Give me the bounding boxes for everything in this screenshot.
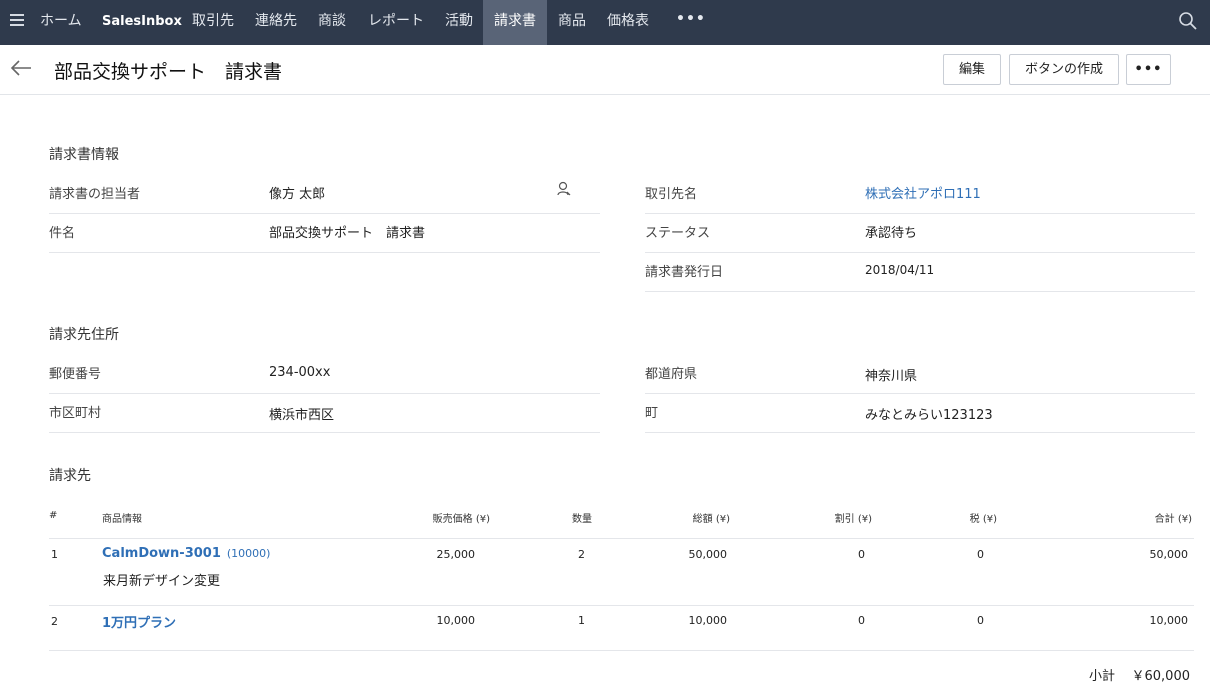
account-link[interactable]: 株式会社アポロ111 bbox=[865, 183, 981, 202]
field-city: 市区町村 横浜市西区 bbox=[49, 394, 600, 433]
field-status: ステータス 承認待ち bbox=[645, 214, 1195, 253]
menu-icon[interactable] bbox=[10, 14, 24, 28]
nav-item-deals[interactable]: 商談 bbox=[318, 0, 346, 45]
nav-item-reports[interactable]: レポート bbox=[368, 0, 424, 45]
cell-price: 10,000 bbox=[436, 614, 476, 627]
field-owner: 請求書の担当者 像方 太郎 bbox=[49, 175, 600, 214]
cell-amount: 50,000 bbox=[688, 548, 728, 561]
nav-item-invoices[interactable]: 請求書 bbox=[483, 0, 547, 45]
section-title-billing-address: 請求先住所 bbox=[49, 327, 119, 343]
column-header-num: # bbox=[49, 510, 58, 521]
table-divider bbox=[49, 538, 1194, 539]
field-label: 町 bbox=[645, 406, 659, 421]
cell-price: 25,000 bbox=[436, 548, 476, 561]
field-invoice-date: 請求書発行日 2018/04/11 bbox=[645, 253, 1195, 292]
product-info: 1万円プラン bbox=[102, 612, 176, 631]
column-header-price: 販売価格 (¥) bbox=[432, 514, 490, 525]
field-value[interactable]: 横浜市西区 bbox=[269, 404, 334, 423]
cell-qty: 2 bbox=[578, 548, 585, 561]
cell-tax: 0 bbox=[977, 548, 984, 561]
nav-item-salesinbox[interactable]: SalesInbox bbox=[102, 0, 182, 45]
nav-item-activities[interactable]: 活動 bbox=[445, 0, 473, 45]
cell-amount: 10,000 bbox=[688, 614, 728, 627]
nav-more-button[interactable]: ••• bbox=[676, 0, 706, 45]
row-number: 1 bbox=[51, 548, 58, 561]
field-account: 取引先名 株式会社アポロ111 bbox=[645, 175, 1195, 214]
field-value[interactable]: 234-00xx bbox=[269, 365, 330, 380]
field-label: 郵便番号 bbox=[49, 367, 102, 382]
edit-button[interactable]: 編集 bbox=[943, 54, 1001, 85]
column-header-amount: 総額 (¥) bbox=[692, 514, 730, 525]
column-header-discount: 割引 (¥) bbox=[834, 514, 872, 525]
subtotal-value: ￥60,000 bbox=[1131, 669, 1191, 684]
field-label: ステータス bbox=[645, 226, 711, 241]
nav-item-accounts[interactable]: 取引先 bbox=[192, 0, 234, 45]
field-town: 町 みなとみらい123123 bbox=[645, 394, 1195, 433]
cell-total: 10,000 bbox=[1149, 614, 1189, 627]
subtotal-label: 小計 bbox=[1089, 669, 1116, 684]
field-subject: 件名 部品交換サポート 請求書 bbox=[49, 214, 600, 253]
product-info: CalmDown-3001 (10000) bbox=[102, 546, 270, 561]
field-zip: 郵便番号 234-00xx bbox=[49, 355, 600, 394]
column-header-tax: 税 (¥) bbox=[969, 514, 997, 525]
page-title: 部品交換サポート 請求書 bbox=[54, 61, 283, 83]
field-label: 都道府県 bbox=[645, 367, 698, 382]
column-header-total: 合計 (¥) bbox=[1154, 514, 1192, 525]
section-title-items: 請求先 bbox=[49, 468, 91, 484]
cell-total: 50,000 bbox=[1149, 548, 1189, 561]
field-label: 請求書の担当者 bbox=[49, 187, 141, 202]
nav-item-contacts[interactable]: 連絡先 bbox=[255, 0, 297, 45]
field-label: 請求書発行日 bbox=[645, 265, 724, 280]
cell-qty: 1 bbox=[578, 614, 585, 627]
cell-tax: 0 bbox=[977, 614, 984, 627]
user-lookup-icon[interactable] bbox=[557, 181, 571, 197]
cell-discount: 0 bbox=[858, 614, 865, 627]
field-value[interactable]: みなとみらい123123 bbox=[865, 404, 993, 423]
product-link[interactable]: 1万円プラン bbox=[102, 616, 176, 631]
field-label: 市区町村 bbox=[49, 406, 102, 421]
field-value[interactable]: 承認待ち bbox=[865, 222, 917, 241]
row-number: 2 bbox=[51, 615, 58, 628]
table-divider bbox=[49, 650, 1194, 651]
field-label: 件名 bbox=[49, 226, 76, 241]
nav-item-home[interactable]: ホーム bbox=[40, 0, 82, 45]
cell-discount: 0 bbox=[858, 548, 865, 561]
more-actions-button[interactable]: ••• bbox=[1126, 54, 1171, 85]
create-button-button[interactable]: ボタンの作成 bbox=[1009, 54, 1119, 85]
nav-item-products[interactable]: 商品 bbox=[558, 0, 586, 45]
back-arrow-icon[interactable] bbox=[10, 59, 32, 77]
field-value[interactable]: 神奈川県 bbox=[865, 365, 917, 384]
product-code: (10000) bbox=[226, 547, 271, 560]
nav-item-price-books[interactable]: 価格表 bbox=[607, 0, 649, 45]
search-icon[interactable] bbox=[1178, 11, 1198, 31]
field-value[interactable]: 部品交換サポート 請求書 bbox=[269, 222, 425, 241]
column-header-product: 商品情報 bbox=[102, 514, 142, 525]
column-header-qty: 数量 bbox=[572, 514, 592, 525]
field-prefecture: 都道府県 神奈川県 bbox=[645, 355, 1195, 394]
table-divider bbox=[49, 605, 1194, 606]
section-title-invoice-info: 請求書情報 bbox=[49, 147, 119, 163]
field-value[interactable]: 像方 太郎 bbox=[269, 183, 325, 202]
field-label: 取引先名 bbox=[645, 187, 698, 202]
product-description: 来月新デザイン変更 bbox=[103, 574, 221, 589]
field-value[interactable]: 2018/04/11 bbox=[865, 263, 934, 277]
top-navigation: ホーム SalesInbox 取引先 連絡先 商談 レポート 活動 請求書 商品… bbox=[0, 0, 1210, 45]
record-header: 部品交換サポート 請求書 編集 ボタンの作成 ••• bbox=[0, 45, 1210, 95]
product-link[interactable]: CalmDown-3001 bbox=[102, 546, 221, 561]
